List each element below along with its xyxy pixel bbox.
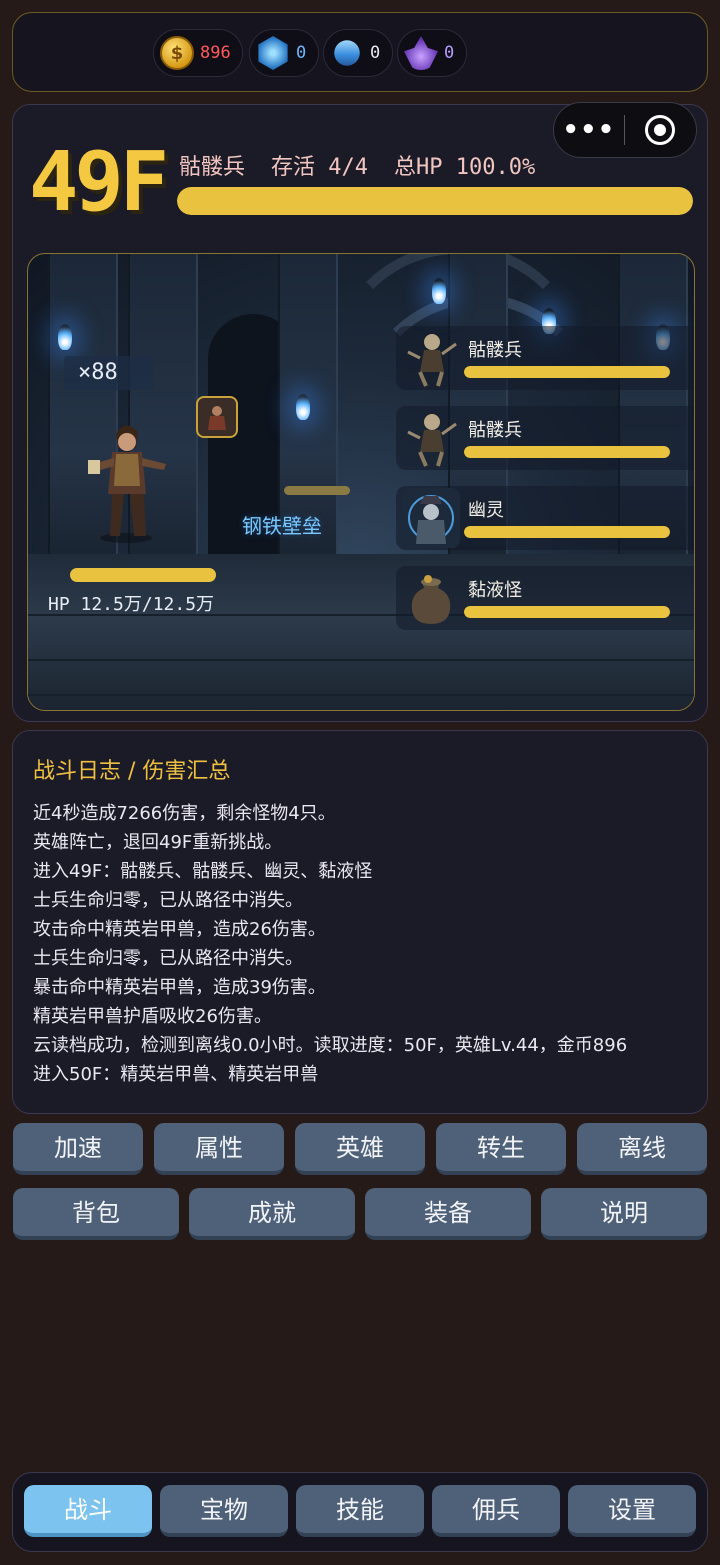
purple-crystal-icon <box>404 36 438 70</box>
enemy-name: 幽灵 <box>468 500 504 521</box>
backpack-button[interactable]: 背包 <box>13 1188 179 1240</box>
enemy-type-name: 骷髅兵 <box>179 155 246 180</box>
blue-torch-icon <box>432 278 446 304</box>
skill-cast-bar <box>284 486 350 495</box>
floor-number: 49F <box>29 135 169 230</box>
log-line: 士兵生命归零，已从路径中消失。 <box>33 890 303 911</box>
enemy-row[interactable]: 幽灵 <box>396 486 694 550</box>
enemy-name: 骷髅兵 <box>468 420 522 441</box>
log-line: 进入49F：骷髅兵、骷髅兵、幽灵、黏液怪 <box>33 861 373 882</box>
ghost-portrait-icon <box>402 488 460 548</box>
gold-coin-icon: $ <box>160 36 194 70</box>
log-line: 英雄阵亡，退回49F重新挑战。 <box>33 832 283 853</box>
diamond-currency: 0 <box>323 29 393 77</box>
tab-skills[interactable]: 技能 <box>296 1485 424 1537</box>
alive-count: 存活 4/4 <box>271 155 368 180</box>
achievements-button[interactable]: 成就 <box>189 1188 355 1240</box>
more-menu-button[interactable]: ••• <box>554 115 624 145</box>
enemy-hp-fill <box>464 526 670 538</box>
hero-hp-bar <box>70 568 216 582</box>
log-title: 战斗日志 / 伤害汇总 <box>33 759 231 784</box>
enemy-hp-fill <box>464 446 670 458</box>
enemy-row[interactable]: 骷髅兵 <box>396 406 694 470</box>
enemy-hp-fill <box>464 366 670 378</box>
gold-amount: 896 <box>200 43 231 63</box>
tab-settings[interactable]: 设置 <box>568 1485 696 1537</box>
blue-torch-icon <box>58 324 72 350</box>
speed-up-button[interactable]: 加速 <box>13 1123 143 1175</box>
blue-hex-gem-icon <box>258 36 288 70</box>
hero-sprite <box>88 425 166 543</box>
log-line: 精英岩甲兽护盾吸收26伤害。 <box>33 1006 272 1027</box>
target-circle-icon <box>645 115 676 145</box>
enemy-hp-bar <box>464 366 670 378</box>
log-line: 近4秒造成7266伤害，剩余怪物4只。 <box>33 803 336 824</box>
crystal-amount: 0 <box>444 43 455 63</box>
blue-gem-currency: 0 <box>249 29 319 77</box>
offline-button[interactable]: 离线 <box>577 1123 707 1175</box>
currency-bar: $ 896 0 0 0 <box>12 12 708 92</box>
enemy-name: 骷髅兵 <box>468 340 522 361</box>
slime-jar-portrait-icon <box>411 575 451 624</box>
enemy-hp-bar <box>464 606 670 618</box>
equipment-button[interactable]: 装备 <box>365 1188 531 1240</box>
tab-treasure[interactable]: 宝物 <box>160 1485 288 1537</box>
log-line: 暴击命中精英岩甲兽，造成39伤害。 <box>33 977 326 998</box>
skill-name: 钢铁壁垒 <box>242 514 322 538</box>
instructions-button[interactable]: 说明 <box>541 1188 707 1240</box>
attributes-button[interactable]: 属性 <box>154 1123 284 1175</box>
battle-log-panel[interactable]: 战斗日志 / 伤害汇总 近4秒造成7266伤害，剩余怪物4只。 英雄阵亡，退回4… <box>12 730 708 1114</box>
enemy-row[interactable]: 黏液怪 <box>396 566 694 630</box>
gold-currency: $ 896 <box>153 29 243 77</box>
log-line: 士兵生命归零，已从路径中消失。 <box>33 948 303 969</box>
buff-status-icon[interactable] <box>196 396 238 438</box>
battle-scene: ×88 HP 12.5万/12.5万 钢铁壁垒 骷髅兵 骷髅兵 幽灵 黏液怪 <box>27 253 695 711</box>
tab-battle[interactable]: 战斗 <box>24 1485 152 1537</box>
skeleton-portrait-icon <box>407 334 457 387</box>
diamond-amount: 0 <box>370 43 381 63</box>
hero-count: ×88 <box>64 356 154 390</box>
log-list[interactable]: 近4秒造成7266伤害，剩余怪物4只。 英雄阵亡，退回49F重新挑战。 进入49… <box>33 799 693 1097</box>
enemy-hp-bar <box>464 526 670 538</box>
blue-diamond-icon <box>328 34 366 72</box>
skeleton-portrait-icon <box>407 414 457 467</box>
close-miniprogram-button[interactable] <box>625 115 697 145</box>
tab-mercenaries[interactable]: 佣兵 <box>432 1485 560 1537</box>
total-hp-bar <box>177 187 693 215</box>
miniprogram-capsule: ••• <box>553 102 697 158</box>
enemy-summary: 骷髅兵 存活 4/4 总HP 100.0% <box>179 149 535 181</box>
crystal-currency: 0 <box>397 29 467 77</box>
enemy-row[interactable]: 骷髅兵 <box>396 326 694 390</box>
blue-gem-amount: 0 <box>296 43 307 63</box>
log-line: 攻击命中精英岩甲兽，造成26伤害。 <box>33 919 326 940</box>
enemy-hp-fill <box>464 606 670 618</box>
total-hp-fill <box>177 187 693 215</box>
hero-hp-text: HP 12.5万/12.5万 <box>48 594 215 615</box>
log-line: 云读档成功，检测到离线0.0小时。读取进度：50F，英雄Lv.44，金币896 <box>33 1035 628 1056</box>
log-line: 进入50F：精英岩甲兽、精英岩甲兽 <box>33 1064 319 1085</box>
enemy-name: 黏液怪 <box>468 580 522 601</box>
total-hp-percent: 总HP 100.0% <box>394 155 536 180</box>
hero-button[interactable]: 英雄 <box>295 1123 425 1175</box>
battle-panel: ••• 49F 骷髅兵 存活 4/4 总HP 100.0% ×88 HP 12.… <box>12 102 708 722</box>
rebirth-button[interactable]: 转生 <box>436 1123 566 1175</box>
blue-torch-icon <box>296 394 310 420</box>
enemy-hp-bar <box>464 446 670 458</box>
